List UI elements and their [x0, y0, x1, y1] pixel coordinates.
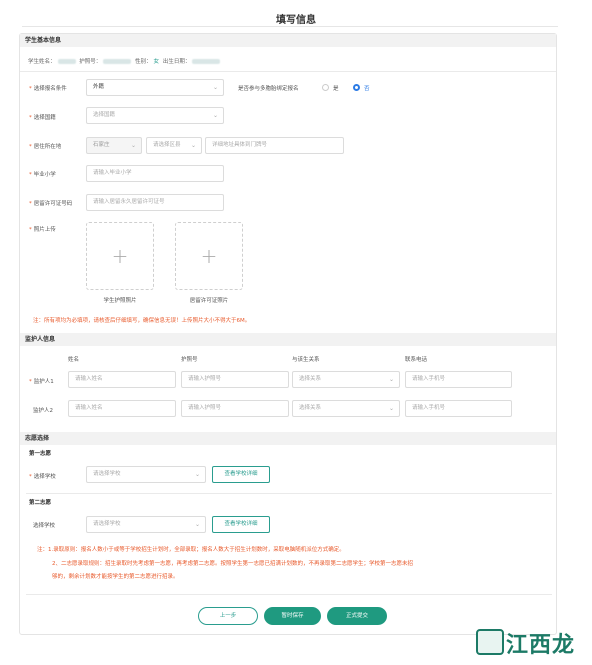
prev-button[interactable]: 上一步	[198, 607, 258, 625]
chevron-down-icon: ⌄	[212, 84, 218, 91]
name-value-blurred	[57, 59, 76, 64]
participate-yes-radio[interactable]	[322, 84, 329, 91]
rule-note-3: 够的，剩余计划数才能按学生的第二志愿进行招录。	[52, 574, 179, 580]
photo-label: * 照片上传	[29, 227, 56, 233]
chevron-down-icon: ⌄	[194, 471, 200, 478]
nationality-label: * 选择国籍	[29, 115, 56, 121]
guardian2-label: 监护人2	[33, 408, 53, 414]
permit-input[interactable]: 请输入居留永久居留许可证号	[86, 194, 224, 211]
divider	[26, 493, 552, 494]
participate-yes-label: 是	[333, 86, 339, 92]
rule-note-1: 注：1.录取原则：报名人数小于或等于学校招生计划时，全部录取；报名人数大于招生计…	[37, 547, 345, 553]
primary-school-label: * 毕业小学	[29, 172, 56, 178]
chevron-down-icon: ⌄	[388, 376, 394, 383]
name-label: 学生姓名：	[28, 59, 56, 65]
divider	[20, 71, 556, 72]
first-choice-title: 第一志愿	[29, 451, 52, 457]
participate-no-radio[interactable]	[353, 84, 360, 91]
birthdate-value-blurred	[192, 59, 221, 64]
nationality-select[interactable]: 选择国籍 ⌄	[86, 107, 224, 124]
watermark-text: 江西龙网	[506, 632, 576, 665]
chevron-down-icon: ⌄	[190, 142, 196, 149]
basic-info-header: 学生基本信息	[20, 34, 556, 47]
required-warning: 注：所有项均为必填项，请核查后仔细填写，确保信息无误！上传照片大小不得大于6M。	[33, 318, 251, 324]
col-name: 姓名	[68, 357, 80, 363]
guardian2-name-input[interactable]: 请输入姓名	[68, 400, 176, 417]
chevron-down-icon: ⌄	[388, 405, 394, 412]
guardian2-relation-select[interactable]: 选择关系 ⌄	[292, 400, 400, 417]
first-choice-label: * 选择学校	[29, 474, 56, 480]
guardian1-name-input[interactable]: 请输入姓名	[68, 371, 176, 388]
second-choice-title: 第二志愿	[29, 500, 52, 506]
save-button[interactable]: 暂时保存	[264, 607, 321, 625]
guardian2-passport-input[interactable]: 请输入护照号	[181, 400, 289, 417]
chevron-down-icon: ⌄	[194, 521, 200, 528]
watermark-logo: 江西龙网	[476, 625, 586, 665]
guardian2-phone-input[interactable]: 请输入手机号	[405, 400, 512, 417]
divider	[26, 594, 552, 595]
primary-school-input[interactable]: 请输入毕业小学	[86, 165, 224, 182]
logo-icon	[476, 629, 504, 655]
residence-address-input[interactable]: 详细地址具体到门牌号	[205, 137, 344, 154]
first-choice-school-select[interactable]: 请选择学校 ⌄	[86, 466, 206, 483]
col-passport: 护照号	[181, 357, 198, 363]
second-choice-school-select[interactable]: 请选择学校 ⌄	[86, 516, 206, 533]
gender-label: 性别：	[135, 59, 152, 65]
guardian1-relation-select[interactable]: 选择关系 ⌄	[292, 371, 400, 388]
submit-button[interactable]: 正式提交	[327, 607, 387, 625]
condition-select[interactable]: 外籍 ⌄	[86, 79, 224, 96]
guardian1-phone-input[interactable]: 请输入手机号	[405, 371, 512, 388]
choice-header: 志愿选择	[20, 432, 556, 445]
residence-city-select[interactable]: 石家庄 ⌄	[86, 137, 142, 154]
guardian1-label: * 监护人1	[29, 379, 54, 385]
col-relation: 与该生关系	[292, 357, 320, 363]
second-choice-label: 选择学校	[33, 523, 56, 529]
passport-photo-caption: 学生护照照片	[103, 298, 137, 304]
basic-info-row: 学生姓名： 护照号： 性别：女 出生日期：	[28, 57, 222, 65]
birthdate-label: 出生日期：	[162, 59, 191, 65]
passport-label: 护照号：	[79, 59, 102, 65]
condition-label: * 选择报名条件	[29, 86, 67, 92]
plus-icon: +	[111, 244, 129, 268]
first-choice-detail-button[interactable]: 查看学校详细	[212, 466, 270, 483]
participate-no-label: 否	[364, 86, 370, 92]
chevron-down-icon: ⌄	[212, 112, 218, 119]
chevron-down-icon: ⌄	[130, 142, 136, 149]
permit-photo-caption: 居留许可证照片	[189, 298, 229, 304]
guardian-header: 监护人信息	[20, 333, 556, 346]
residence-district-select[interactable]: 请选择区县 ⌄	[146, 137, 202, 154]
passport-photo-upload[interactable]: +	[86, 222, 154, 290]
plus-icon: +	[200, 244, 218, 268]
permit-label: * 居留许可证号码	[29, 201, 73, 207]
page-title: 填写信息	[276, 15, 316, 26]
gender-value: 女	[153, 59, 160, 65]
participate-question: 是否参与多胞胎绑定报名	[238, 86, 299, 92]
title-divider	[22, 26, 558, 27]
guardian1-passport-input[interactable]: 请输入护照号	[181, 371, 289, 388]
residence-label: * 居住所在地	[29, 144, 62, 150]
rule-note-2: 2、二志愿录取规则：招生录取时先考虑第一志愿，再考虑第二志愿。按照学生第一志愿已…	[52, 561, 414, 567]
passport-value-blurred	[103, 59, 132, 64]
second-choice-detail-button[interactable]: 查看学校详细	[212, 516, 270, 533]
permit-photo-upload[interactable]: +	[175, 222, 243, 290]
col-phone: 联系电话	[405, 357, 428, 363]
